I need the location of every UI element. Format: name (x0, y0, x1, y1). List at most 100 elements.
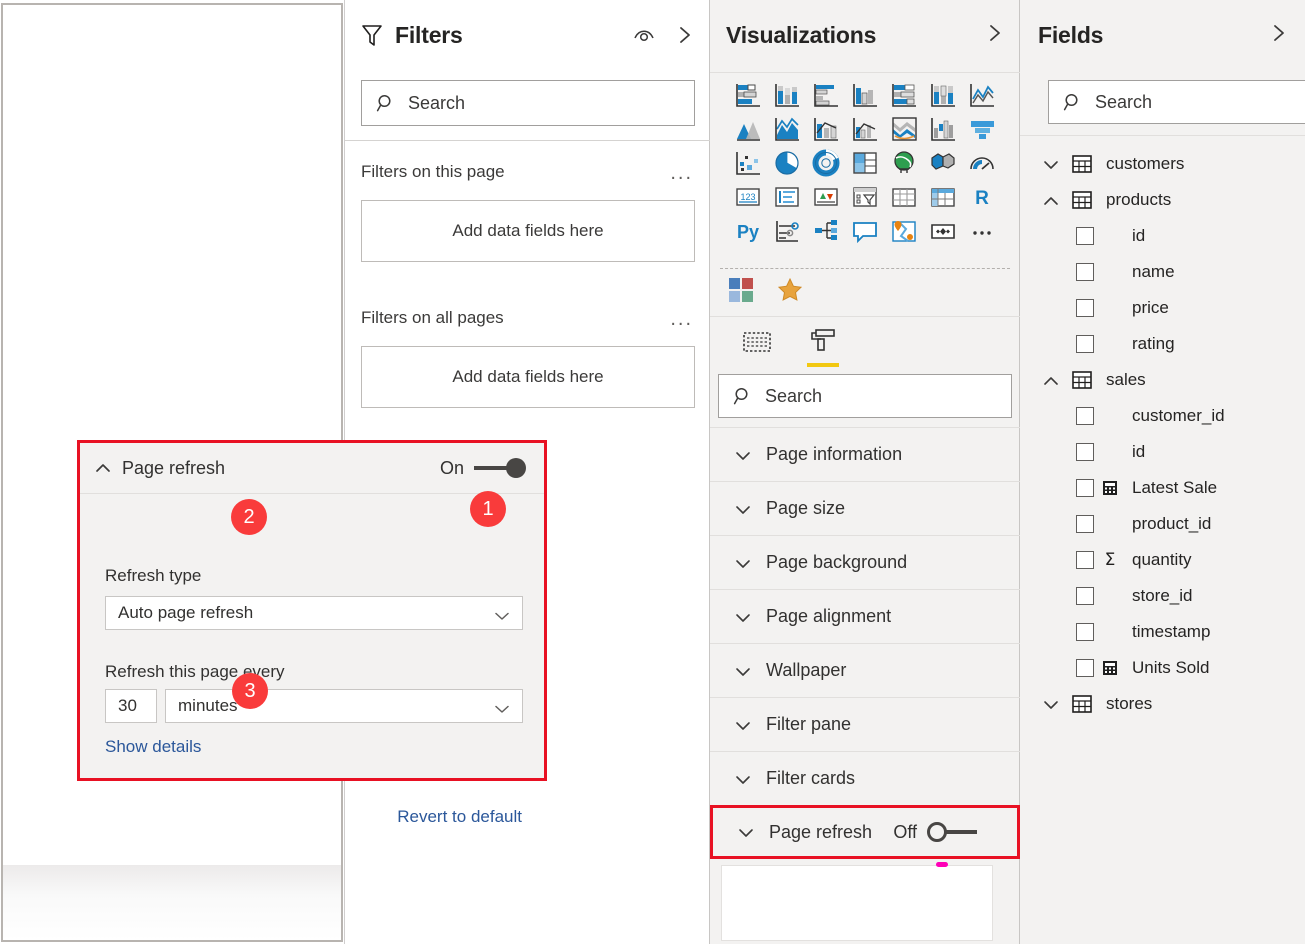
field-checkbox[interactable] (1076, 587, 1094, 605)
chevron-right-icon[interactable] (1271, 30, 1287, 47)
refresh-type-select[interactable]: Auto page refresh (105, 596, 523, 630)
stacked-column-chart-icon[interactable] (773, 81, 801, 109)
slicer-icon[interactable] (851, 183, 879, 211)
line-and-clustered-column-chart-icon[interactable] (851, 115, 879, 143)
field-checkbox[interactable] (1076, 551, 1094, 569)
100-stacked-column-chart-icon[interactable] (929, 81, 957, 109)
kpi-icon[interactable] (812, 183, 840, 211)
matrix-icon[interactable] (929, 183, 957, 211)
field-item[interactable]: product_id (1020, 506, 1305, 542)
field-item[interactable]: timestamp (1020, 614, 1305, 650)
line-and-stacked-column-chart-icon[interactable] (812, 115, 840, 143)
donut-chart-icon[interactable] (812, 149, 840, 177)
chevron-up-icon[interactable] (1042, 374, 1060, 386)
stacked-bar-chart-icon[interactable] (734, 81, 762, 109)
fields-expand-button[interactable] (1271, 23, 1287, 48)
funnel-chart-icon[interactable] (968, 115, 996, 143)
table-icon[interactable] (890, 183, 918, 211)
arcgis-map-icon[interactable] (890, 217, 918, 245)
field-checkbox[interactable] (1076, 659, 1094, 677)
chevron-down-icon[interactable] (1042, 158, 1060, 170)
field-item[interactable]: name (1020, 254, 1305, 290)
filled-map-icon[interactable] (929, 149, 957, 177)
field-item[interactable]: id (1020, 434, 1305, 470)
key-influencers-icon[interactable] (773, 217, 801, 245)
eye-icon[interactable] (633, 26, 655, 44)
format-section-filter-pane[interactable]: Filter pane (710, 697, 1020, 751)
field-item[interactable]: store_id (1020, 578, 1305, 614)
page-refresh-section-toggle-wrap[interactable]: Off (893, 822, 1017, 843)
filter-group-menu-all-pages[interactable]: ... (670, 309, 693, 329)
fields-table-sales[interactable]: sales (1020, 362, 1305, 398)
get-more-visuals-icon[interactable] (776, 276, 804, 309)
fields-search-input[interactable]: Search (1048, 80, 1305, 124)
fields-table-stores[interactable]: stores (1020, 686, 1305, 722)
card-icon[interactable]: 123 (734, 183, 762, 211)
area-chart-icon[interactable] (734, 115, 762, 143)
field-checkbox[interactable] (1076, 335, 1094, 353)
qna-visual-icon[interactable] (851, 217, 879, 245)
field-checkbox[interactable] (1076, 227, 1094, 245)
filter-dropzone-all-pages[interactable]: Add data fields here (361, 346, 695, 408)
format-search-input[interactable]: Search (718, 374, 1012, 418)
chevron-right-icon[interactable] (987, 30, 1003, 47)
field-item[interactable]: Units Sold (1020, 650, 1305, 686)
visualizations-expand-button[interactable] (987, 23, 1003, 48)
filters-search-input[interactable]: Search (361, 80, 695, 126)
field-item[interactable]: customer_id (1020, 398, 1305, 434)
show-details-link[interactable]: Show details (105, 737, 201, 757)
scatter-chart-icon[interactable] (734, 149, 762, 177)
field-item[interactable]: Σ quantity (1020, 542, 1305, 578)
field-checkbox[interactable] (1076, 263, 1094, 281)
color-palette-icon[interactable] (728, 277, 754, 308)
stacked-area-chart-icon[interactable] (773, 115, 801, 143)
format-section-page-alignment[interactable]: Page alignment (710, 589, 1020, 643)
decomposition-tree-icon[interactable] (812, 217, 840, 245)
r-script-visual-icon[interactable]: R (968, 183, 996, 211)
fields-table-customers[interactable]: customers (1020, 146, 1305, 182)
map-icon[interactable] (890, 149, 918, 177)
format-section-page-size[interactable]: Page size (710, 481, 1020, 535)
format-section-page-information[interactable]: Page information (710, 427, 1020, 481)
clustered-bar-chart-icon[interactable] (812, 81, 840, 109)
page-refresh-toggle-wrap[interactable]: On (440, 458, 544, 479)
field-checkbox[interactable] (1076, 479, 1094, 497)
field-checkbox[interactable] (1076, 515, 1094, 533)
format-pane-tab[interactable] (804, 323, 842, 367)
refresh-interval-unit-select[interactable]: minutes (165, 689, 523, 723)
fields-pane-tab[interactable] (738, 323, 776, 367)
page-refresh-toggle-on[interactable] (474, 458, 526, 478)
field-checkbox[interactable] (1076, 299, 1094, 317)
field-checkbox[interactable] (1076, 443, 1094, 461)
field-checkbox[interactable] (1076, 407, 1094, 425)
revert-to-default-link[interactable]: Revert to default (397, 807, 522, 827)
waterfall-chart-icon[interactable] (929, 115, 957, 143)
pie-chart-icon[interactable] (773, 149, 801, 177)
filter-group-menu-this-page[interactable]: ... (670, 163, 693, 183)
field-item[interactable]: price (1020, 290, 1305, 326)
page-refresh-section-toggle-off[interactable] (927, 822, 977, 842)
more-options-icon[interactable] (968, 217, 996, 245)
refresh-interval-value-input[interactable]: 30 (105, 689, 157, 723)
multi-row-card-icon[interactable] (773, 183, 801, 211)
field-item[interactable]: id (1020, 218, 1305, 254)
page-refresh-card-header[interactable]: Page refresh On (80, 443, 544, 494)
line-chart-icon[interactable] (968, 81, 996, 109)
chevron-down-icon[interactable] (1042, 698, 1060, 710)
clustered-column-chart-icon[interactable] (851, 81, 879, 109)
format-section-page-refresh[interactable]: Page refresh Off (710, 805, 1020, 859)
python-visual-icon[interactable]: Py (734, 217, 762, 245)
chevron-right-icon[interactable] (677, 25, 693, 45)
format-section-page-background[interactable]: Page background (710, 535, 1020, 589)
field-checkbox[interactable] (1076, 623, 1094, 641)
paginated-report-icon[interactable] (929, 217, 957, 245)
field-item[interactable]: Latest Sale (1020, 470, 1305, 506)
gauge-icon[interactable] (968, 149, 996, 177)
filter-dropzone-this-page[interactable]: Add data fields here (361, 200, 695, 262)
treemap-icon[interactable] (851, 149, 879, 177)
chevron-up-icon[interactable] (94, 461, 112, 475)
fields-table-products[interactable]: products (1020, 182, 1305, 218)
100-stacked-bar-chart-icon[interactable] (890, 81, 918, 109)
field-item[interactable]: rating (1020, 326, 1305, 362)
chevron-up-icon[interactable] (1042, 194, 1060, 206)
